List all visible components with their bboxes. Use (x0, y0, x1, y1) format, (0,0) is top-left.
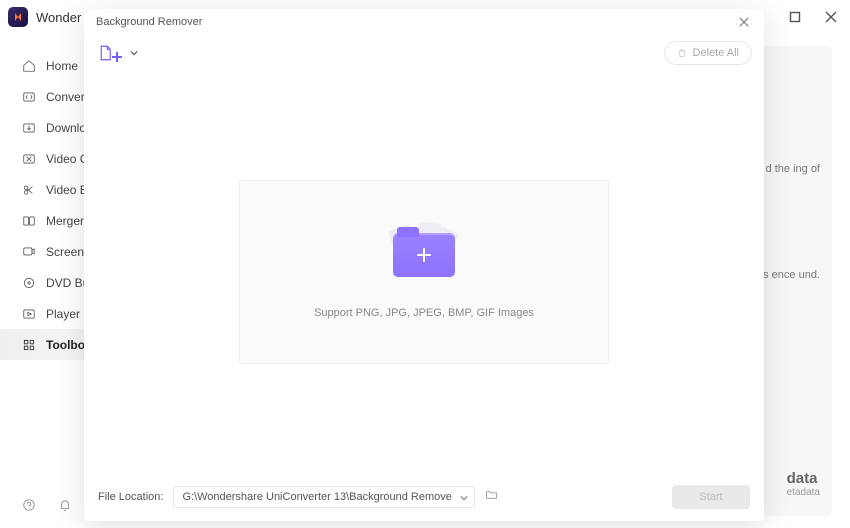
player-icon (22, 307, 36, 321)
sidebar-item-converter[interactable]: Converter (0, 81, 84, 112)
compressor-icon (22, 152, 36, 166)
sidebar-item-home[interactable]: Home (0, 50, 84, 81)
screen-recorder-icon (22, 245, 36, 259)
brand-text: Wonder (36, 10, 81, 25)
app-logo (8, 7, 28, 27)
converter-icon (22, 90, 36, 104)
help-button[interactable] (22, 498, 36, 512)
sidebar-item-merger[interactable]: Merger (0, 205, 84, 236)
background-remover-dialog: Background Remover Delete All (84, 9, 764, 521)
sidebar-footer (0, 498, 84, 528)
file-location-path: G:\Wondershare UniConverter 13\Backgroun… (182, 491, 451, 503)
metadata-title: data (787, 470, 820, 487)
maximize-button[interactable] (784, 6, 806, 28)
editor-icon (22, 183, 36, 197)
metadata-card-fragment: data etadata (787, 470, 820, 498)
home-icon (22, 59, 36, 73)
chevron-down-icon (130, 49, 138, 57)
dropzone[interactable]: Support PNG, JPG, JPEG, BMP, GIF Images (239, 180, 609, 364)
sidebar-item-label: Merger (46, 214, 84, 228)
merger-icon (22, 214, 36, 228)
metadata-sub: etadata (787, 487, 820, 498)
chevron-down-icon (460, 494, 468, 502)
delete-all-label: Delete All (693, 47, 739, 59)
sidebar-item-toolbox[interactable]: Toolbox (0, 329, 84, 360)
sidebar-item-label: Home (46, 59, 78, 73)
start-button[interactable]: Start (672, 485, 750, 509)
delete-all-button[interactable]: Delete All (664, 41, 752, 65)
partial-text-1: d the ing of (766, 162, 820, 177)
trash-icon (677, 48, 687, 58)
sidebar-item-video-compressor[interactable]: Video Compressor (0, 143, 84, 174)
sidebar-item-dvd-burner[interactable]: DVD Burner (0, 267, 84, 298)
start-button-label: Start (699, 491, 722, 503)
download-icon (22, 121, 36, 135)
sidebar-item-label: Player (46, 307, 80, 321)
folder-icon (485, 488, 498, 501)
file-location-dropdown[interactable]: G:\Wondershare UniConverter 13\Backgroun… (173, 486, 474, 508)
close-icon (739, 17, 749, 27)
sidebar-item-player[interactable]: Player (0, 298, 84, 329)
sidebar-item-screen-recorder[interactable]: Screen Recorder (0, 236, 84, 267)
dropzone-illustration (374, 225, 474, 285)
close-window-button[interactable] (820, 6, 842, 28)
folder-plus-icon (393, 233, 455, 277)
dialog-toolbar: Delete All (84, 35, 764, 71)
open-folder-button[interactable] (485, 488, 498, 506)
dialog-footer: File Location: G:\Wondershare UniConvert… (84, 473, 764, 521)
drop-area-wrap: Support PNG, JPG, JPEG, BMP, GIF Images (84, 71, 764, 473)
sidebar-item-video-editor[interactable]: Video Editor (0, 174, 84, 205)
supported-formats-text: Support PNG, JPG, JPEG, BMP, GIF Images (314, 307, 534, 319)
notifications-button[interactable] (58, 498, 72, 512)
sidebar: Home Converter Downloader Video Compress… (0, 34, 84, 528)
dialog-close-button[interactable] (736, 14, 752, 30)
toolbox-icon (22, 338, 36, 352)
file-location-label: File Location: (98, 491, 163, 503)
sidebar-item-downloader[interactable]: Downloader (0, 112, 84, 143)
dialog-title: Background Remover (96, 16, 202, 28)
dialog-titlebar: Background Remover (84, 9, 764, 35)
dvd-icon (22, 276, 36, 290)
plus-badge-icon (112, 52, 122, 62)
app-root: Wonder Home Converter Downloader Video (0, 0, 850, 528)
add-file-button[interactable] (96, 44, 138, 62)
